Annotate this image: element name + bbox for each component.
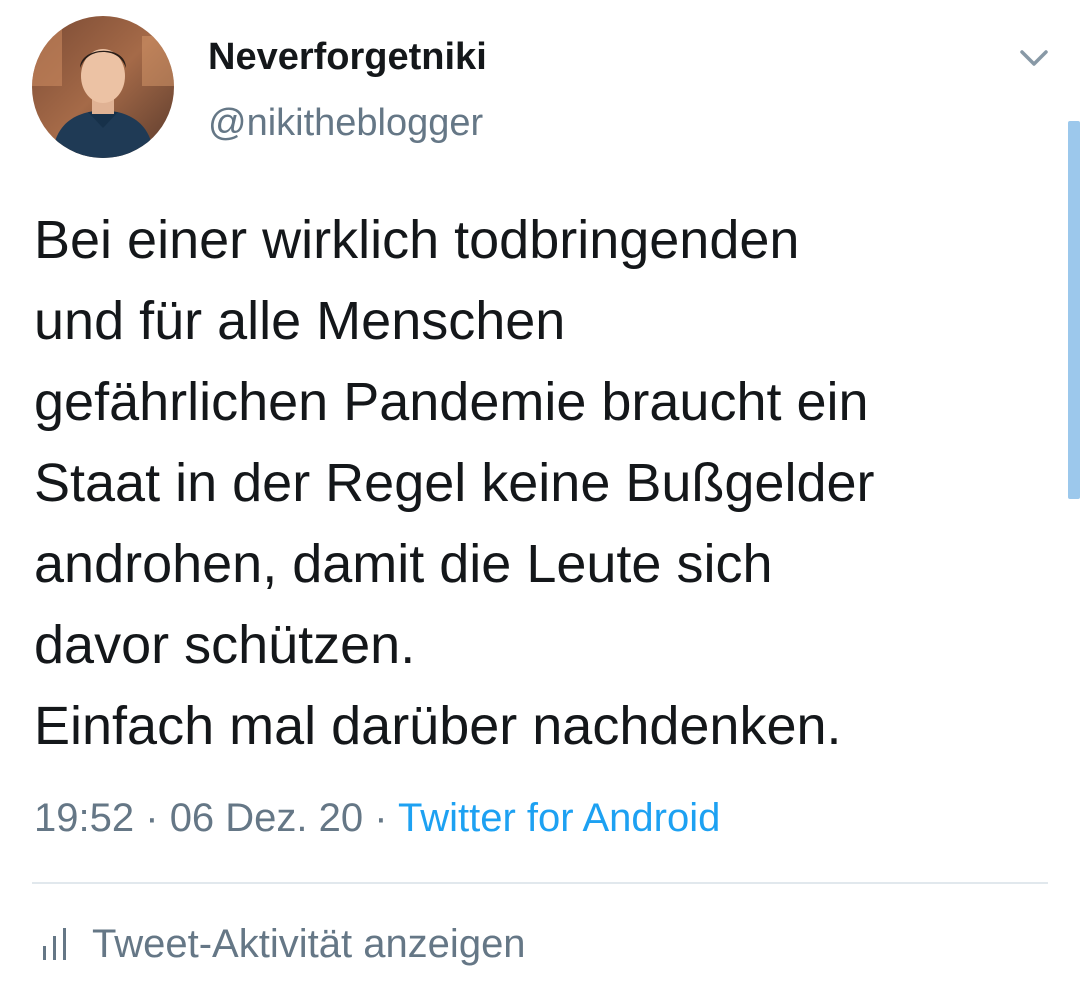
user-handle[interactable]: @nikitheblogger [208,102,483,145]
tweet-menu-button[interactable] [1014,40,1054,76]
avatar-photo [32,16,174,158]
tweet-line: Einfach mal darüber nachdenken. [34,696,842,756]
scroll-indicator[interactable] [1068,121,1080,499]
tweet-meta: 19:52 · 06 Dez. 20 · Twitter for Android [34,796,720,841]
meta-separator: · [374,796,388,840]
bar-chart-icon [43,928,66,960]
tweet-date: 06 Dez. 20 [169,796,364,840]
tweet-line: androhen, damit die Leute sich [34,534,773,594]
tweet-line: davor schützen. [34,615,416,675]
meta-separator: · [145,796,159,840]
tweet-text: Bei einer wirklich todbringenden und für… [34,200,1064,767]
tweet-line: Bei einer wirklich todbringenden [34,210,800,270]
tweet-activity-button[interactable]: Tweet-Aktivität anzeigen [40,920,526,968]
tweet-time: 19:52 [34,796,135,840]
tweet-source-link[interactable]: Twitter for Android [398,796,720,840]
divider [32,882,1048,884]
tweet-line: Staat in der Regel keine Bußgelder [34,453,875,513]
chevron-down-icon [1020,50,1048,66]
display-name[interactable]: Neverforgetniki [208,36,487,79]
tweet-line: und für alle Menschen [34,291,566,351]
tweet-line: gefährlichen Pandemie braucht ein [34,372,869,432]
tweet-activity-label: Tweet-Aktivität anzeigen [92,921,526,966]
avatar[interactable] [32,16,174,158]
